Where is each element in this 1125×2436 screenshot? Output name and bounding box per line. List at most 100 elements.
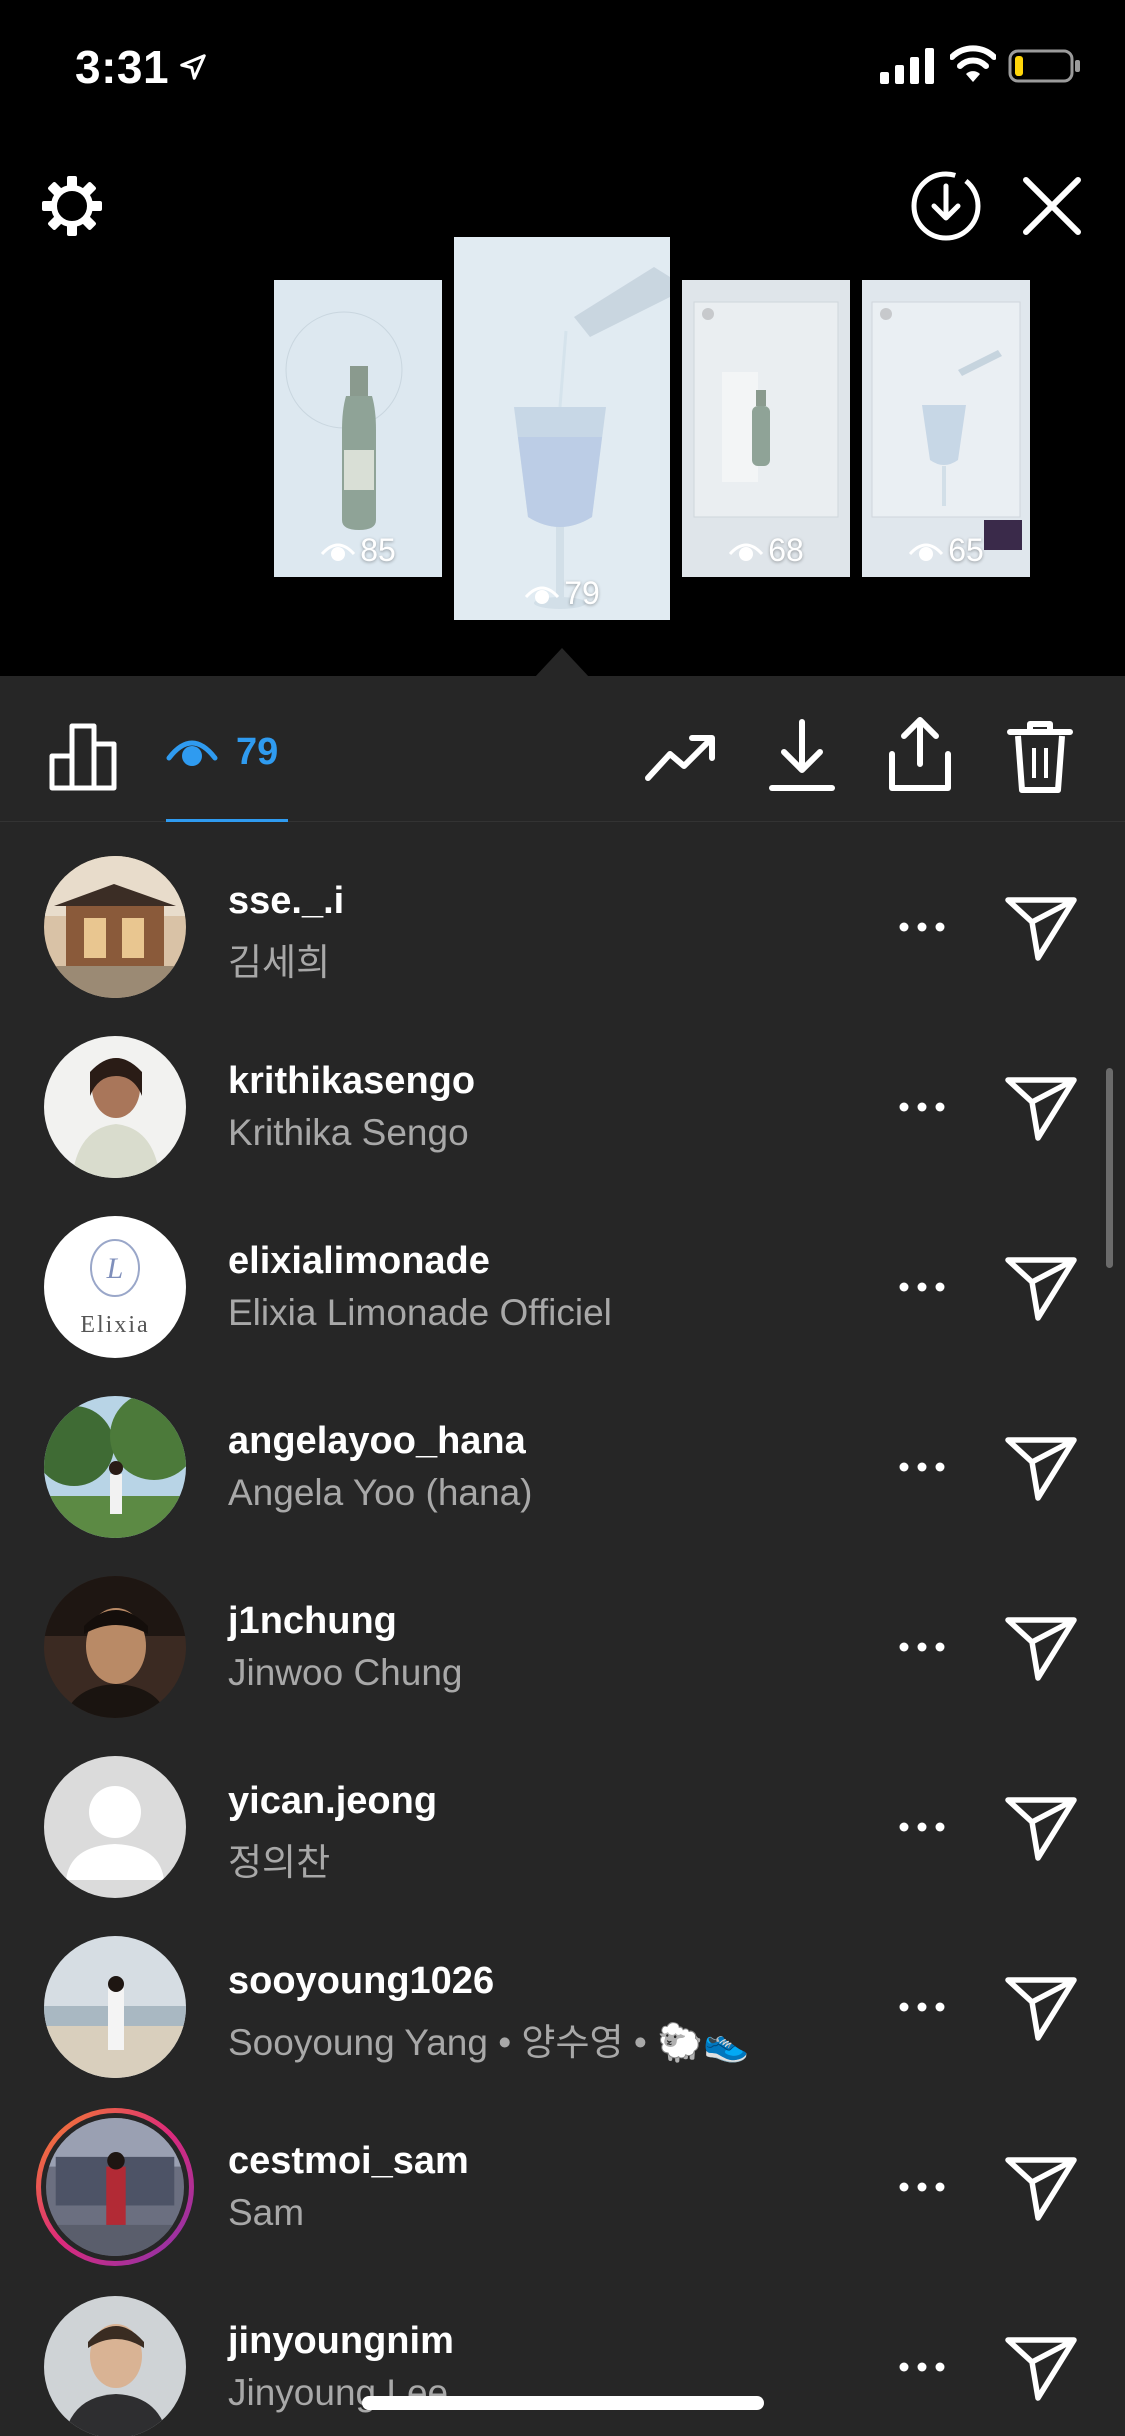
eye-icon	[321, 543, 356, 561]
eye-icon	[166, 740, 218, 766]
viewers-tab[interactable]: 79	[166, 712, 278, 792]
viewer-fullname: Elixia Limonade Officiel	[228, 1292, 612, 1333]
send-message-icon[interactable]	[1004, 2332, 1078, 2402]
send-message-icon[interactable]	[1004, 892, 1078, 962]
viewer-fullname: Sam	[228, 2192, 305, 2233]
view-count: 65	[862, 532, 1030, 569]
story-thumbnail[interactable]: 85	[274, 280, 442, 577]
avatar[interactable]: L Elixia	[44, 1216, 186, 1358]
view-count: 79	[454, 575, 670, 612]
home-indicator[interactable]	[362, 2396, 764, 2410]
avatar[interactable]	[44, 1396, 186, 1538]
trending-icon[interactable]	[644, 722, 716, 794]
view-count-value: 79	[564, 575, 600, 611]
close-icon[interactable]	[1016, 170, 1088, 242]
share-icon[interactable]	[884, 714, 956, 794]
avatar[interactable]	[44, 856, 186, 998]
viewer-username[interactable]: jinyoungnim	[228, 2320, 454, 2363]
avatar[interactable]	[44, 1036, 186, 1178]
view-count-value: 68	[768, 532, 804, 568]
avatar[interactable]	[44, 1756, 186, 1898]
settings-gear-icon[interactable]	[36, 170, 108, 242]
viewer-row[interactable]: krithikasengo Krithika Sengo	[0, 1036, 1125, 1216]
more-options-icon[interactable]	[896, 2172, 948, 2202]
download-icon[interactable]	[766, 716, 838, 796]
viewers-panel: 79 sse._.i 김세희 krithikasengo Krithika Se…	[0, 676, 1125, 2436]
selfie-photo	[44, 1576, 186, 1718]
send-message-icon[interactable]	[1004, 1612, 1078, 1682]
more-options-icon[interactable]	[896, 1272, 948, 1302]
cellular-signal-icon	[880, 48, 934, 84]
viewer-username[interactable]: sooyoung1026	[228, 1960, 494, 2003]
park-photo	[44, 1396, 186, 1538]
send-message-icon[interactable]	[1004, 1432, 1078, 1502]
viewer-fullname: Jinwoo Chung	[228, 1652, 463, 1693]
more-options-icon[interactable]	[896, 1452, 948, 1482]
viewer-fullname: Angela Yoo (hana)	[228, 1472, 533, 1513]
send-message-icon[interactable]	[1004, 1792, 1078, 1862]
viewer-fullname: Krithika Sengo	[228, 1112, 469, 1153]
send-message-icon[interactable]	[1004, 2152, 1078, 2222]
send-message-icon[interactable]	[1004, 1072, 1078, 1142]
street-photo	[46, 2118, 184, 2256]
hanok-photo	[44, 856, 186, 998]
location-arrow-icon	[180, 54, 206, 80]
viewer-row[interactable]: sooyoung1026 Sooyoung Yang • 양수영 • 🐑👟	[0, 1936, 1125, 2116]
view-count-value: 65	[948, 532, 984, 568]
view-count: 85	[274, 532, 442, 569]
more-options-icon[interactable]	[896, 912, 948, 942]
viewer-username[interactable]: cestmoi_sam	[228, 2140, 469, 2183]
viewer-row[interactable]: L Elixia elixialimonade Elixia Limonade …	[0, 1216, 1125, 1396]
wifi-icon	[950, 45, 996, 82]
viewer-username[interactable]: j1nchung	[228, 1600, 397, 1643]
eye-icon	[525, 586, 560, 604]
viewer-row[interactable]: j1nchung Jinwoo Chung	[0, 1576, 1125, 1756]
viewer-fullname: 정의찬	[228, 1842, 331, 1883]
story-thumbnail[interactable]: 68	[682, 280, 850, 577]
viewer-username[interactable]: krithikasengo	[228, 1060, 475, 1103]
save-story-icon[interactable]	[908, 168, 984, 244]
scrollbar[interactable]	[1106, 1068, 1113, 1268]
insights-chart-icon[interactable]	[48, 720, 120, 792]
viewer-row[interactable]: cestmoi_sam Sam	[0, 2116, 1125, 2296]
eye-icon	[909, 543, 944, 561]
viewer-fullname: 김세희	[228, 942, 331, 983]
story-thumbnail-selected[interactable]: 79	[454, 237, 670, 620]
portrait-photo	[44, 1036, 186, 1178]
avatar[interactable]	[44, 1936, 186, 2078]
story-toolbar: 79	[0, 676, 1125, 822]
beach-photo	[44, 1936, 186, 2078]
viewer-fullname: Sooyoung Yang • 양수영 • 🐑👟	[228, 2022, 750, 2063]
trash-icon[interactable]	[1004, 716, 1076, 796]
avatar[interactable]	[44, 2296, 186, 2436]
viewer-row[interactable]: angelayoo_hana Angela Yoo (hana)	[0, 1396, 1125, 1576]
battery-icon	[1008, 49, 1080, 83]
view-count-value: 85	[360, 532, 396, 568]
svg-text:L: L	[106, 1252, 124, 1285]
view-count: 68	[682, 532, 850, 569]
viewer-username[interactable]: sse._.i	[228, 880, 344, 923]
avatar[interactable]	[44, 1576, 186, 1718]
viewer-row[interactable]: jinyoungnim Jinyoung Lee	[0, 2296, 1125, 2436]
more-options-icon[interactable]	[896, 1812, 948, 1842]
eye-icon	[729, 543, 764, 561]
viewer-username[interactable]: yican.jeong	[228, 1780, 437, 1823]
active-tab-underline	[166, 819, 288, 822]
send-message-icon[interactable]	[1004, 1252, 1078, 1322]
viewer-row[interactable]: yican.jeong 정의찬	[0, 1756, 1125, 1936]
viewer-username[interactable]: elixialimonade	[228, 1240, 490, 1283]
selected-story-pointer	[534, 648, 590, 678]
status-time: 3:31	[75, 41, 170, 93]
elixia-logo: L Elixia	[44, 1216, 186, 1358]
viewer-username[interactable]: angelayoo_hana	[228, 1420, 526, 1463]
more-options-icon[interactable]	[896, 2352, 948, 2382]
status-bar: 3:31	[0, 0, 1125, 140]
more-options-icon[interactable]	[896, 1992, 948, 2022]
viewers-list: sse._.i 김세희 krithikasengo Krithika Sengo…	[0, 856, 1125, 2436]
send-message-icon[interactable]	[1004, 1972, 1078, 2042]
more-options-icon[interactable]	[896, 1092, 948, 1122]
story-thumbnail[interactable]: 65	[862, 280, 1030, 577]
avatar-with-story-ring[interactable]	[36, 2108, 194, 2266]
viewer-row[interactable]: sse._.i 김세희	[0, 856, 1125, 1036]
more-options-icon[interactable]	[896, 1632, 948, 1662]
